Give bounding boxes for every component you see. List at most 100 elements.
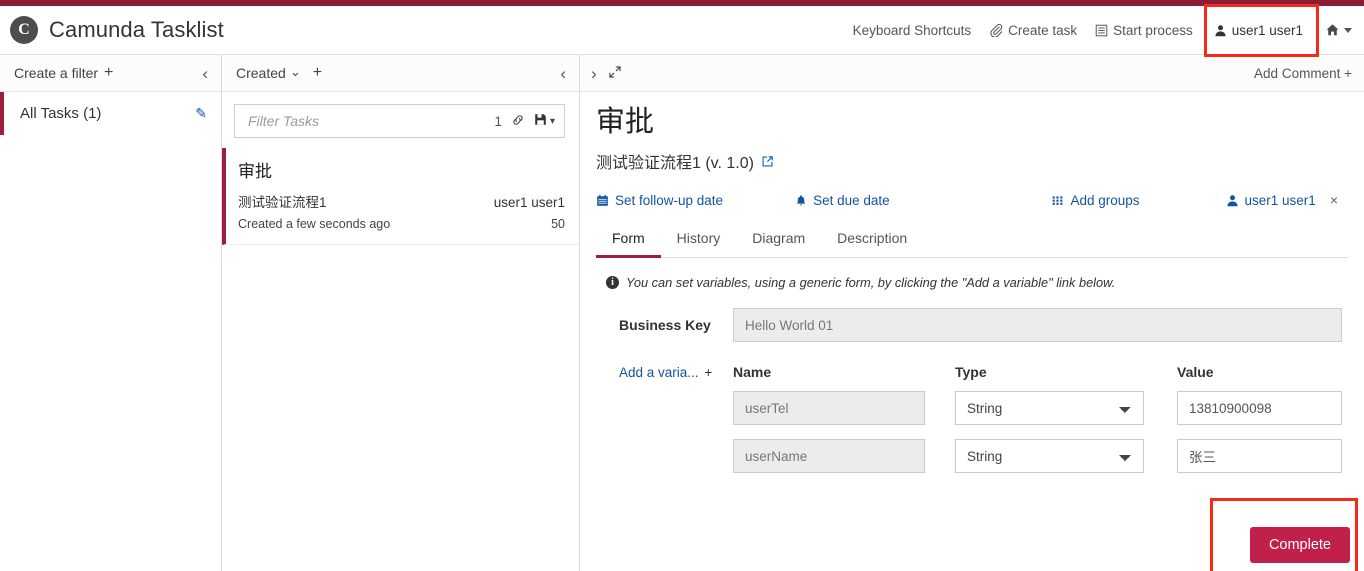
variable-value-input[interactable]: [1177, 439, 1342, 474]
calendar-icon: [597, 194, 608, 206]
column-header-value: Value: [1177, 364, 1214, 381]
filters-panel: Create a filter + ‹ All Tasks (1) ✎: [0, 55, 222, 571]
chevron-down-icon: [1344, 27, 1352, 33]
create-filter-label[interactable]: Create a filter: [14, 65, 98, 81]
keyboard-shortcuts-button[interactable]: Keyboard Shortcuts: [844, 17, 981, 44]
task-meta-row-2: Created a few seconds ago 50: [238, 217, 565, 231]
start-process-label: Start process: [1113, 22, 1193, 38]
task-detail-header: › Add Comment +: [580, 55, 1364, 92]
create-filter-add-icon[interactable]: +: [104, 64, 113, 82]
expand-panel-icon[interactable]: ›: [588, 65, 600, 82]
add-variable-label: Add a varia...: [619, 364, 699, 380]
home-menu-button[interactable]: [1315, 17, 1356, 43]
sidebar-item-all-tasks[interactable]: All Tasks (1) ✎: [0, 92, 221, 135]
tasks-panel-header: Created ⌄ + ‹: [222, 55, 579, 92]
complete-button-area: Complete: [1209, 498, 1358, 571]
filter-label: All Tasks (1): [20, 105, 102, 122]
task-detail-body: 审批 测试验证流程1 (v. 1.0) Set follow-up date S…: [580, 92, 1364, 487]
task-actions: Set follow-up date Set due date Add grou…: [596, 192, 1348, 208]
app-header: C Camunda Tasklist Keyboard Shortcuts Cr…: [0, 3, 1364, 57]
add-sort-icon[interactable]: +: [313, 64, 322, 82]
tab-diagram[interactable]: Diagram: [736, 222, 821, 258]
create-task-button[interactable]: Create task: [980, 17, 1086, 44]
tab-history[interactable]: History: [661, 222, 737, 258]
main-body: Create a filter + ‹ All Tasks (1) ✎ Crea…: [0, 55, 1364, 571]
external-link-icon[interactable]: [761, 156, 774, 171]
detail-tabs: Form History Diagram Description: [596, 222, 1348, 259]
variable-name-cell: [733, 391, 955, 426]
user-menu-label: user1 user1: [1231, 22, 1303, 38]
tab-description[interactable]: Description: [821, 222, 923, 258]
tab-form[interactable]: Form: [596, 222, 661, 259]
complete-button[interactable]: Complete: [1249, 527, 1350, 563]
collapse-filters-icon[interactable]: ‹: [199, 65, 211, 82]
app-title: Camunda Tasklist: [49, 17, 224, 42]
keyboard-shortcuts-label: Keyboard Shortcuts: [852, 22, 972, 38]
open-external-icon: [762, 156, 774, 167]
edit-filter-icon[interactable]: ✎: [195, 105, 207, 122]
variable-type-select[interactable]: String: [955, 439, 1144, 474]
page-title: 审批: [596, 106, 655, 138]
camunda-logo-icon: C: [10, 16, 38, 44]
floppy-disk-icon: [535, 114, 546, 125]
task-priority: 50: [551, 217, 565, 231]
set-due-date-button[interactable]: Set due date: [795, 193, 890, 208]
variables-table-header: Add a varia... + Name Type Value: [606, 364, 1348, 380]
table-row: String: [606, 391, 1348, 426]
task-process-name: 测试验证流程1: [238, 195, 327, 210]
variable-value-cell: [1177, 439, 1342, 474]
start-process-button[interactable]: Start process: [1086, 17, 1202, 44]
sort-chevron-down-icon[interactable]: ⌄: [290, 64, 301, 80]
column-header-type: Type: [955, 364, 987, 381]
link-icon[interactable]: [511, 113, 525, 130]
form-info-message: i You can set variables, using a generic…: [606, 275, 1348, 290]
add-groups-button[interactable]: Add groups: [1051, 192, 1140, 208]
diagonal-arrows-icon: [609, 65, 621, 78]
form-info-text: You can set variables, using a generic f…: [626, 275, 1116, 291]
bell-icon: [796, 195, 806, 206]
process-definition-name: 测试验证流程1 (v. 1.0): [596, 155, 754, 173]
variable-type-select[interactable]: String: [955, 391, 1144, 426]
variable-name-input[interactable]: [733, 391, 925, 426]
save-filter-icon[interactable]: [534, 113, 547, 129]
variable-name-cell: [733, 439, 955, 474]
tasks-panel: Created ⌄ + ‹ 1: [222, 55, 580, 571]
sort-by-label[interactable]: Created: [236, 65, 286, 81]
task-search-area: 1 ▾: [222, 92, 579, 148]
variable-value-input[interactable]: [1177, 391, 1342, 426]
add-comment-button[interactable]: Add Comment +: [1254, 66, 1352, 81]
variable-name-input[interactable]: [733, 439, 925, 474]
add-variable-button[interactable]: Add a varia... +: [606, 365, 733, 380]
table-row: String: [606, 439, 1348, 474]
variable-type-cell: String: [955, 439, 1177, 474]
set-follow-up-date-label: Set follow-up date: [615, 192, 724, 208]
task-assignee: user1 user1: [493, 195, 565, 210]
brand[interactable]: C Camunda Tasklist: [10, 16, 224, 44]
assignee-user-icon: [1226, 195, 1238, 207]
business-key-row: Business Key: [606, 308, 1348, 343]
user-menu-button[interactable]: user1 user1: [1203, 3, 1319, 57]
task-assignee-button[interactable]: user1 user1 ×: [1226, 192, 1338, 208]
business-key-input[interactable]: [733, 308, 1342, 343]
save-filter-caret-icon[interactable]: ▾: [550, 116, 555, 127]
task-search-box: 1 ▾: [234, 104, 565, 138]
search-input[interactable]: [246, 112, 495, 130]
add-comment-plus-icon: +: [1344, 65, 1352, 81]
task-created-time: Created a few seconds ago: [238, 217, 391, 231]
chain-link-icon: [513, 114, 523, 125]
process-definition-label: 测试验证流程1 (v. 1.0): [596, 149, 1348, 173]
maximize-icon[interactable]: [608, 65, 622, 82]
add-variable-plus-icon: +: [704, 364, 713, 380]
collapse-tasks-icon[interactable]: ‹: [557, 65, 569, 82]
paperclip-icon: [990, 23, 1003, 37]
column-header-name: Name: [733, 364, 772, 381]
set-follow-up-date-button[interactable]: Set follow-up date: [596, 193, 723, 208]
task-title: 审批: [238, 162, 272, 181]
filters-panel-header: Create a filter + ‹: [0, 55, 221, 92]
grid-icon: [1053, 196, 1063, 205]
user-icon: [1215, 24, 1226, 36]
list-item[interactable]: 审批 测试验证流程1 user1 user1 Created a few sec…: [222, 148, 579, 245]
add-groups-label: Add groups: [1070, 192, 1140, 208]
remove-assignee-icon[interactable]: ×: [1330, 192, 1338, 208]
home-icon: [1326, 24, 1339, 36]
